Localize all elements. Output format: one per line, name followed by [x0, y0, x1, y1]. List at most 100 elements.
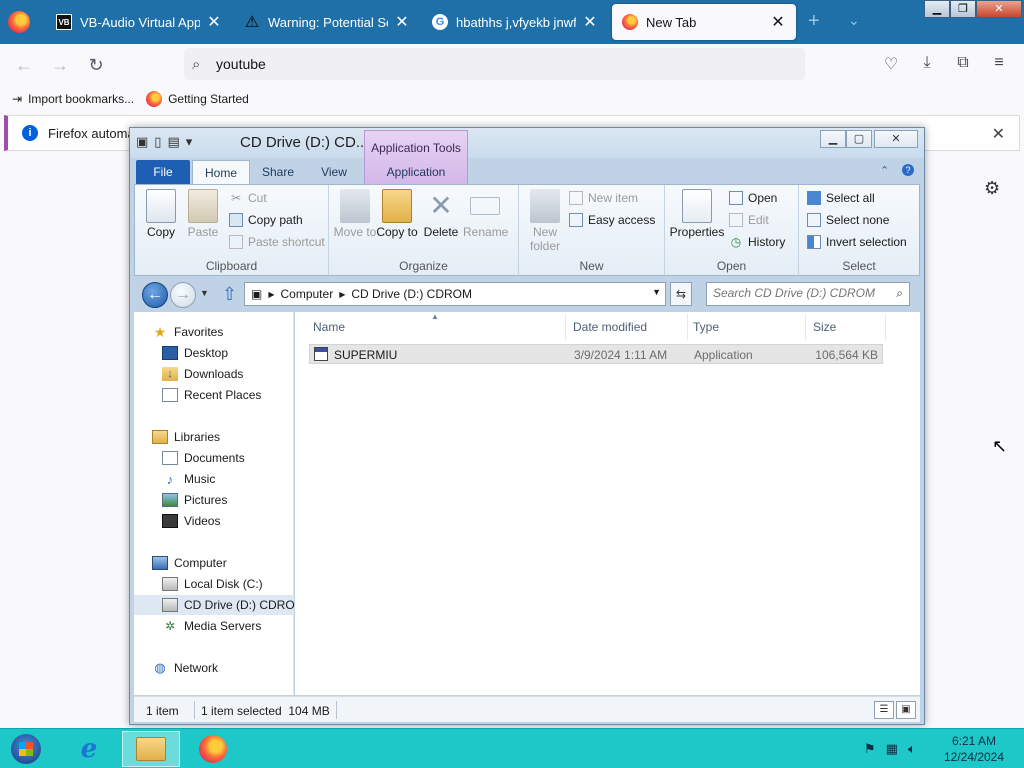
breadcrumb-chevron-icon[interactable]: ▶	[339, 290, 345, 299]
close-button[interactable]: ✕	[976, 0, 1022, 18]
back-arrow-icon[interactable]: ←	[12, 53, 36, 77]
column-separator[interactable]	[805, 314, 806, 340]
nav-item-recent-places[interactable]: Recent Places	[134, 385, 294, 405]
taskbar-firefox[interactable]	[184, 731, 242, 767]
column-separator[interactable]	[885, 314, 886, 340]
volume-icon[interactable]: 🔈︎	[908, 741, 916, 757]
help-icon[interactable]: ?	[902, 164, 914, 176]
forward-button[interactable]: →	[170, 282, 196, 308]
url-input[interactable]	[216, 56, 776, 72]
hamburger-menu-icon[interactable]: ≡	[988, 54, 1010, 76]
search-input[interactable]	[713, 286, 889, 300]
explorer-title-bar[interactable]: ▣ ▯ ▤ ▾ CD Drive (D:) CD... ▁ ▢ ✕	[130, 128, 924, 158]
details-view-icon[interactable]: ☰	[874, 701, 894, 719]
nav-item-cd-drive[interactable]: CD Drive (D:) CDROM	[134, 595, 294, 615]
rename-button[interactable]: Rename	[463, 189, 508, 239]
nav-item-documents[interactable]: Documents	[134, 448, 294, 468]
file-row[interactable]: SUPERMIU 3/9/2024 1:11 AM Application 10…	[309, 344, 883, 364]
column-header-type[interactable]: Type	[693, 320, 719, 334]
tab-file[interactable]: File	[136, 160, 190, 184]
edit-button[interactable]: Edit	[729, 213, 769, 227]
tab-warning[interactable]: ⚠ Warning: Potential Secu ✕	[234, 4, 420, 40]
tab-application[interactable]: Application	[364, 160, 468, 184]
column-header-date-modified[interactable]: Date modified	[573, 320, 647, 334]
close-icon[interactable]: ✕	[394, 12, 410, 32]
tab-share[interactable]: Share	[254, 160, 302, 184]
collapse-ribbon-chevron-icon[interactable]: ⌃	[880, 164, 889, 177]
select-all-button[interactable]: Select all	[807, 191, 875, 205]
column-separator[interactable]	[565, 314, 566, 340]
reload-icon[interactable]: ↻	[84, 53, 108, 77]
nav-item-network[interactable]: ◍ Network	[134, 658, 294, 678]
bookmark-import[interactable]: ⇥ Import bookmarks...	[12, 92, 134, 106]
properties-qat-icon[interactable]: ▯	[154, 134, 161, 150]
maximize-button[interactable]: ▢	[846, 130, 872, 148]
column-separator[interactable]	[687, 314, 688, 340]
search-box[interactable]: ⌕	[706, 282, 910, 306]
nav-item-favorites[interactable]: ★ Favorites	[134, 322, 294, 342]
clock[interactable]: 6:21 AM 12/24/2024	[934, 733, 1014, 765]
forward-arrow-icon[interactable]: →	[48, 53, 72, 77]
nav-item-libraries[interactable]: Libraries	[134, 427, 294, 447]
extensions-icon[interactable]: ⧉	[952, 54, 974, 76]
nav-item-desktop[interactable]: Desktop	[134, 343, 294, 363]
close-icon[interactable]: ✕	[206, 12, 222, 32]
easy-access-button[interactable]: Easy access	[569, 213, 655, 227]
tab-google-search[interactable]: G hbathhs j,vfyekb jnwf yf ✕	[422, 4, 608, 40]
start-button[interactable]	[6, 733, 46, 765]
breadcrumb-computer[interactable]: Computer	[281, 287, 334, 301]
close-icon[interactable]: ✕	[582, 12, 598, 32]
nav-item-computer[interactable]: Computer	[134, 553, 294, 573]
list-all-tabs-chevron-icon[interactable]: ⌄	[848, 12, 860, 29]
breadcrumb-chevron-icon[interactable]: ▶	[268, 290, 274, 299]
paste-shortcut-button[interactable]: Paste shortcut	[229, 235, 325, 249]
gear-icon[interactable]: ⚙	[984, 178, 1000, 199]
minimize-button[interactable]: ▁	[820, 130, 846, 148]
taskbar-internet-explorer[interactable]: e	[60, 731, 118, 767]
customize-qat-chevron-icon[interactable]: ▾	[186, 134, 193, 150]
address-bar[interactable]: ▣ ▶ Computer ▶ CD Drive (D:) CDROM ▼	[244, 282, 666, 306]
column-header-size[interactable]: Size	[813, 320, 836, 334]
copy-button[interactable]: Copy	[139, 189, 183, 239]
download-icon[interactable]: ⤓	[916, 54, 938, 76]
search-icon[interactable]: ⌕	[896, 286, 903, 301]
properties-button[interactable]: Properties	[669, 189, 725, 239]
new-item-button[interactable]: New item	[569, 191, 638, 205]
firefox-menu-icon[interactable]	[8, 11, 30, 33]
nav-item-videos[interactable]: Videos	[134, 511, 294, 531]
nav-item-local-disk[interactable]: Local Disk (C:)	[134, 574, 294, 594]
nav-item-media-servers[interactable]: ✲ Media Servers	[134, 616, 294, 636]
pocket-icon[interactable]: ♡	[880, 54, 902, 76]
recent-locations-chevron-icon[interactable]: ▼	[200, 288, 209, 298]
new-folder-qat-icon[interactable]: ▤	[167, 134, 179, 150]
breadcrumb-cd-drive[interactable]: CD Drive (D:) CDROM	[351, 287, 472, 301]
tab-home[interactable]: Home	[192, 160, 250, 184]
action-center-flag-icon[interactable]: ⚑	[864, 741, 876, 757]
close-icon[interactable]: ✕	[992, 124, 1005, 144]
up-arrow-icon[interactable]: ⇧	[222, 284, 237, 305]
address-history-chevron-icon[interactable]: ▼	[652, 287, 661, 297]
new-tab-plus-icon[interactable]: +	[808, 10, 820, 33]
bookmark-getting-started[interactable]: Getting Started	[146, 91, 249, 107]
nav-item-downloads[interactable]: ↓ Downloads	[134, 364, 294, 384]
close-button[interactable]: ✕	[874, 130, 918, 148]
nav-item-pictures[interactable]: Pictures	[134, 490, 294, 510]
tab-new-tab[interactable]: New Tab ✕	[612, 4, 796, 40]
new-folder-button[interactable]: New folder	[523, 189, 567, 253]
copy-to-button[interactable]: Copy to	[375, 189, 419, 239]
invert-selection-button[interactable]: Invert selection	[807, 235, 907, 249]
history-button[interactable]: ◷ History	[729, 235, 786, 249]
url-bar[interactable]: ⌕	[184, 48, 805, 80]
select-none-button[interactable]: Select none	[807, 213, 889, 227]
open-button[interactable]: Open	[729, 191, 777, 205]
network-icon[interactable]: ▦	[886, 741, 898, 757]
move-to-button[interactable]: Move to	[333, 189, 377, 239]
tab-view[interactable]: View	[308, 160, 360, 184]
column-header-name[interactable]: Name	[313, 320, 345, 334]
refresh-button[interactable]: ⇆	[670, 282, 692, 306]
cut-button[interactable]: ✂ Cut	[229, 191, 267, 205]
paste-button[interactable]: Paste	[181, 189, 225, 239]
copy-path-button[interactable]: Copy path	[229, 213, 303, 227]
close-icon[interactable]: ✕	[770, 12, 786, 32]
restore-button[interactable]: ❐	[950, 0, 976, 18]
